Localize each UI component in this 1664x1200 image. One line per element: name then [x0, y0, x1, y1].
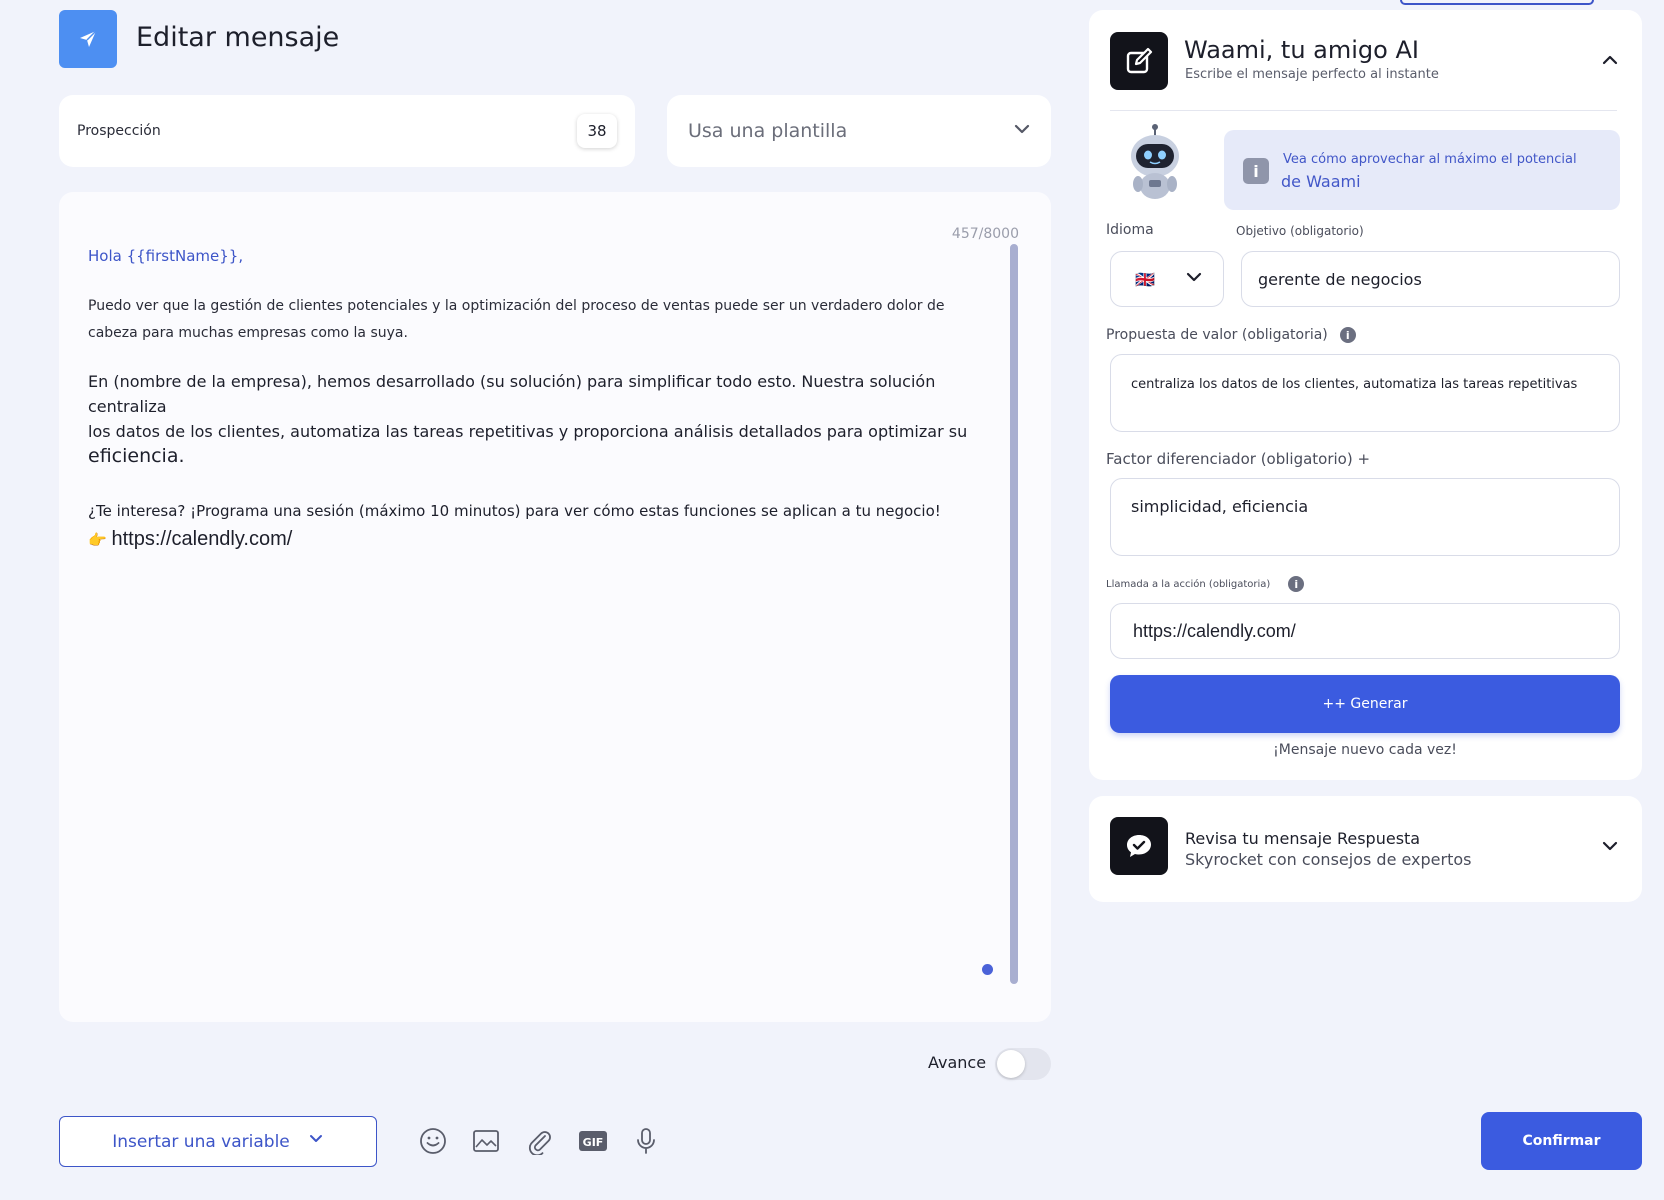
attachment-icon[interactable]	[521, 1123, 557, 1159]
message-link[interactable]: https://calendly.com/	[111, 528, 292, 550]
value-prop-value: centraliza los datos de los clientes, au…	[1131, 377, 1578, 392]
message-paragraph-3: ¿Te interesa? ¡Programa una sesión (máxi…	[88, 497, 968, 554]
objective-value: gerente de negocios	[1258, 269, 1422, 289]
cta-label: Llamada a la acción (obligatoria)	[1106, 578, 1271, 590]
character-counter: 457/8000	[951, 226, 1019, 242]
gif-label: GIF	[583, 1136, 604, 1149]
paper-plane-icon	[59, 10, 117, 68]
message-paragraph-3-text: ¿Te interesa? ¡Programa una sesión (máxi…	[88, 502, 941, 520]
insert-variable-dropdown[interactable]: Insertar una variable	[59, 1116, 377, 1167]
message-paragraph-2: En (nombre de la empresa), hemos desarro…	[88, 369, 968, 469]
chevron-up-icon[interactable]	[1600, 50, 1620, 74]
review-panel-title: Revisa tu mensaje Respuesta	[1185, 829, 1421, 848]
language-select[interactable]: 🇬🇧	[1110, 251, 1224, 307]
pointing-hand-icon: 👉	[88, 531, 107, 549]
message-greeting: Hola {{firstName}},	[88, 247, 244, 265]
info-icon[interactable]: i	[1288, 576, 1305, 592]
confirm-button[interactable]: Confirmar	[1481, 1112, 1642, 1170]
chevron-down-icon	[308, 1131, 324, 1152]
differentiator-value: simplicidad, eficiencia	[1131, 497, 1309, 516]
message-body[interactable]: Hola {{firstName}}, Puedo ver que la ges…	[88, 247, 968, 554]
objective-label: Objetivo (obligatorio)	[1236, 224, 1364, 238]
value-prop-label-row: Propuesta de valor (obligatoria) i	[1106, 327, 1356, 343]
review-panel-subtitle: Skyrocket con consejos de expertos	[1185, 850, 1472, 869]
info-banner-line-1: Vea cómo aprovechar al máximo el potenci…	[1283, 152, 1577, 167]
info-icon[interactable]: i	[1339, 327, 1356, 343]
review-panel[interactable]	[1089, 796, 1642, 902]
status-dot	[982, 964, 993, 975]
generate-caption: ¡Mensaje nuevo cada vez!	[1273, 742, 1457, 758]
language-label: Idioma	[1106, 222, 1154, 238]
cta-label-row: Llamada a la acción (obligatoria) i	[1106, 576, 1305, 592]
emoji-icon[interactable]	[415, 1123, 451, 1159]
value-prop-label: Propuesta de valor (obligatoria)	[1106, 327, 1328, 343]
ai-panel-title: Waami, tu amigo AI	[1184, 36, 1419, 64]
preview-toggle-label: Avance	[928, 1053, 987, 1072]
insert-variable-label: Insertar una variable	[112, 1131, 290, 1152]
message-paragraph-2-line-2: los datos de los clientes, automatiza la…	[88, 422, 968, 441]
cta-field[interactable]: https://calendly.com/	[1110, 603, 1620, 659]
message-paragraph-2-line-1: En (nombre de la empresa), hemos desarro…	[88, 372, 936, 416]
cta-value: https://calendly.com/	[1133, 620, 1296, 641]
divider	[1110, 110, 1617, 111]
toggle-knob	[997, 1050, 1025, 1078]
sequence-selector[interactable]: Prospección 38	[59, 95, 635, 167]
uk-flag-icon: 🇬🇧	[1135, 269, 1155, 289]
image-icon[interactable]	[468, 1123, 504, 1159]
differentiator-label: Factor diferenciador (obligatorio) +	[1106, 450, 1371, 468]
value-prop-field[interactable]: centraliza los datos de los clientes, au…	[1110, 354, 1620, 432]
info-icon: i	[1243, 158, 1269, 184]
gif-icon[interactable]: GIF	[575, 1123, 611, 1159]
editor-scrollbar[interactable]	[1010, 244, 1018, 984]
waami-info-banner[interactable]	[1224, 130, 1620, 210]
message-paragraph-1: Puedo ver que la gestión de clientes pot…	[88, 298, 945, 341]
sequence-label: Prospección	[77, 123, 161, 139]
top-tab-edge	[1400, 0, 1594, 5]
chevron-down-icon	[1185, 268, 1203, 290]
chevron-down-icon	[1013, 120, 1031, 142]
chat-check-icon	[1110, 817, 1168, 875]
chevron-down-icon[interactable]	[1600, 836, 1620, 860]
edit-icon	[1110, 32, 1168, 90]
differentiator-field[interactable]: simplicidad, eficiencia	[1110, 478, 1620, 556]
microphone-icon[interactable]	[628, 1123, 664, 1159]
sequence-count-badge: 38	[577, 114, 617, 148]
template-dropdown[interactable]: Usa una plantilla	[667, 95, 1051, 167]
info-banner-line-2[interactable]: de Waami	[1281, 172, 1361, 191]
template-placeholder: Usa una plantilla	[688, 120, 848, 142]
ai-panel-subtitle: Escribe el mensaje perfecto al instante	[1185, 67, 1439, 82]
robot-mascot-icon	[1124, 124, 1186, 204]
objective-field[interactable]: gerente de negocios	[1241, 251, 1620, 307]
page-title: Editar mensaje	[136, 22, 340, 53]
message-editor[interactable]: 457/8000 Hola {{firstName}}, Puedo ver q…	[59, 192, 1051, 1022]
generate-button[interactable]: ++ Generar	[1110, 675, 1620, 733]
preview-toggle[interactable]	[995, 1048, 1051, 1080]
message-paragraph-2-line-3: eficiencia.	[88, 445, 185, 467]
